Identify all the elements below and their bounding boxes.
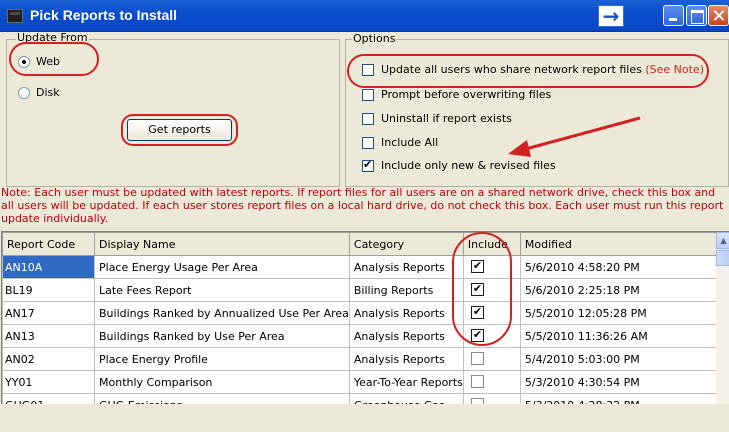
maximize-button[interactable] xyxy=(686,5,707,26)
arrow-right-icon[interactable]: → xyxy=(598,5,624,27)
minimize-button[interactable] xyxy=(663,5,684,26)
title-bar[interactable]: Pick Reports to Install → xyxy=(0,0,729,32)
app-icon xyxy=(7,9,23,23)
close-button[interactable] xyxy=(708,5,729,26)
annotation-arrow-icon xyxy=(508,116,641,157)
window-title: Pick Reports to Install xyxy=(30,7,178,23)
dialog-body: Update From Web Disk Get reports Options… xyxy=(0,32,729,432)
